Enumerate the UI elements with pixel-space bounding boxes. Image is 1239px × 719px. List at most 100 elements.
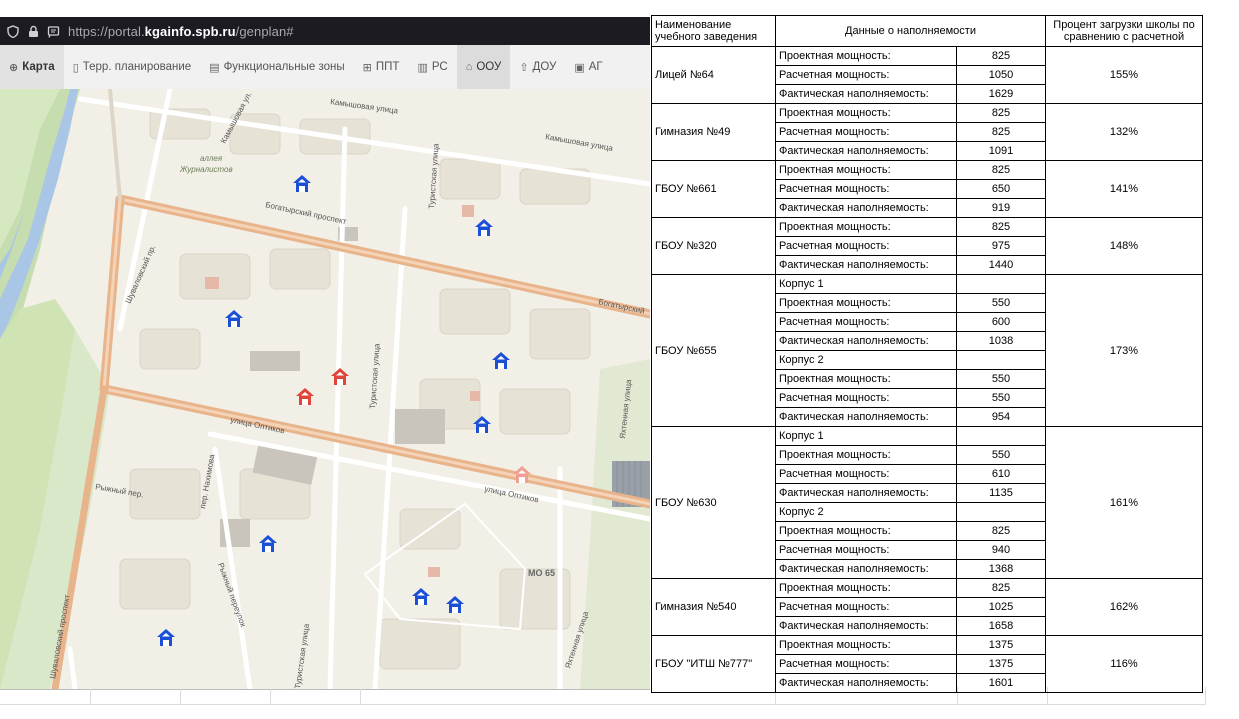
metric-value-cell: 954 [956, 407, 1046, 427]
shield-icon [6, 24, 20, 38]
header-load-percent: Процент загрузки школы по сравнению с ра… [1045, 15, 1203, 47]
tab-rs[interactable]: ▥ РС [408, 45, 456, 89]
metric-label-cell: Проектная мощность: [775, 369, 957, 389]
city-map[interactable]: Камышовая улица Камышовая улица Камышова… [0, 89, 650, 689]
metric-label-cell: Проектная мощность: [775, 521, 957, 541]
school-marker-icon[interactable] [444, 594, 466, 616]
sheet-gridline [360, 689, 361, 705]
load-percent-cell: 155% [1045, 46, 1203, 104]
sheet-gridline [0, 689, 650, 690]
load-percent-cell: 148% [1045, 217, 1203, 275]
metric-label-cell: Проектная мощность: [775, 445, 957, 465]
table-row: ГБОУ №655 Корпус 1 173% [651, 274, 1203, 427]
metric-label-cell: Проектная мощность: [775, 217, 957, 237]
table-row: ГБОУ №661 Проектная мощность: 825 141% [651, 160, 1203, 218]
metric-value-cell: 1375 [956, 654, 1046, 674]
globe-icon: ⊕ [9, 61, 19, 74]
lock-icon [26, 24, 40, 38]
metric-label-cell: Расчетная мощность: [775, 65, 957, 85]
table-row: ГБОУ №320 Проектная мощность: 825 148% [651, 217, 1203, 275]
metric-label-cell: Фактическая наполняемость: [775, 407, 957, 427]
school-marker-icon[interactable] [473, 217, 495, 239]
school-marker-icon[interactable] [410, 586, 432, 608]
tab-oou[interactable]: ⌂ ООУ [456, 45, 511, 89]
metric-label-cell: Проектная мощность: [775, 103, 957, 123]
building-icon: ▥ [417, 61, 428, 74]
metric-label-cell: Фактическая наполняемость: [775, 198, 957, 218]
metric-label-cell: Расчетная мощность: [775, 312, 957, 332]
table-header-row: Наименование учебного заведения Данные о… [651, 15, 1203, 47]
metric-label-cell: Проектная мощность: [775, 160, 957, 180]
metric-label-cell: Проектная мощность: [775, 578, 957, 598]
metric-value-cell [956, 502, 1046, 522]
school-name-cell: ГБОУ №630 [651, 426, 776, 579]
metric-value-cell: 825 [956, 160, 1046, 180]
metric-label-cell: Фактическая наполняемость: [775, 255, 957, 275]
metric-value-cell: 825 [956, 122, 1046, 142]
tab-ppt[interactable]: ⊞ ППТ [354, 45, 409, 89]
metric-value-cell: 1038 [956, 331, 1046, 351]
table-row: ГБОУ №630 Корпус 1 161% [651, 426, 1203, 579]
school-name-cell: ГБОУ №661 [651, 160, 776, 218]
metric-value-cell: 825 [956, 521, 1046, 541]
header-capacity-data: Данные о наполняемости [775, 15, 1046, 47]
school-marker-icon[interactable] [257, 533, 279, 555]
table-row: ГБОУ "ИТШ №777" Проектная мощность: 1375 11… [651, 635, 1203, 693]
metric-value-cell: 1440 [956, 255, 1046, 275]
school-name-cell: ГБОУ "ИТШ №777" [651, 635, 776, 693]
metric-label-cell: Расчетная мощность: [775, 597, 957, 617]
metric-label-cell: Расчетная мощность: [775, 540, 957, 560]
park-label: Журналистов [179, 165, 233, 174]
load-percent-cell: 161% [1045, 426, 1203, 579]
school-marker-icon[interactable] [471, 414, 493, 436]
metric-label-cell: Расчетная мощность: [775, 179, 957, 199]
metric-label-cell: Фактическая наполняемость: [775, 331, 957, 351]
metric-value-cell: 1629 [956, 84, 1046, 104]
tab-dou[interactable]: ⇧ ДОУ [510, 45, 565, 89]
school-marker-icon[interactable] [155, 627, 177, 649]
sheet-gridline [1205, 687, 1206, 705]
grid-icon: ▤ [209, 61, 220, 74]
metric-label-cell: Фактическая наполняемость: [775, 673, 957, 693]
metric-label-cell: Корпус 1 [775, 274, 957, 294]
metric-value-cell: 600 [956, 312, 1046, 332]
school-marker-icon[interactable] [490, 350, 512, 372]
address-bar[interactable]: https://portal.kgainfo.spb.ru/genplan# [0, 17, 650, 45]
table-icon: ⊞ [362, 61, 372, 74]
school-marker-red-icon[interactable] [294, 386, 316, 408]
metric-value-cell: 650 [956, 179, 1046, 199]
load-percent-cell: 116% [1045, 635, 1203, 693]
metric-label-cell: Корпус 2 [775, 350, 957, 370]
school-marker-planned-icon[interactable] [511, 464, 533, 486]
school-marker-red-icon[interactable] [329, 366, 351, 388]
tab-functional-zones[interactable]: ▤ Функциональные зоны [200, 45, 354, 89]
metric-value-cell: 825 [956, 46, 1046, 66]
school-name-cell: Лицей №64 [651, 46, 776, 104]
table-row: Гимназия №540 Проектная мощность: 825 162% [651, 578, 1203, 636]
header-school-name: Наименование учебного заведения [651, 15, 776, 47]
tab-territorial-planning[interactable]: ▯ Терр. планирование [64, 45, 200, 89]
metric-value-cell: 550 [956, 293, 1046, 313]
school-marker-icon[interactable] [223, 308, 245, 330]
school-name-cell: ГБОУ №655 [651, 274, 776, 427]
metric-value-cell: 825 [956, 578, 1046, 598]
metric-value-cell: 550 [956, 445, 1046, 465]
tab-map[interactable]: ⊕ Карта [0, 45, 64, 89]
metric-value-cell: 1135 [956, 483, 1046, 503]
school-name-cell: ГБОУ №320 [651, 217, 776, 275]
metric-value-cell: 919 [956, 198, 1046, 218]
load-percent-cell: 141% [1045, 160, 1203, 218]
school-marker-icon[interactable] [291, 173, 313, 195]
metric-value-cell: 1601 [956, 673, 1046, 693]
park-label: аллея [200, 154, 223, 163]
metric-label-cell: Фактическая наполняемость: [775, 141, 957, 161]
metric-label-cell: Проектная мощность: [775, 293, 957, 313]
school-name-cell: Гимназия №49 [651, 103, 776, 161]
load-percent-cell: 173% [1045, 274, 1203, 427]
metric-label-cell: Проектная мощность: [775, 635, 957, 655]
school-name-cell: Гимназия №540 [651, 578, 776, 636]
map-frame-icon: ▣ [574, 61, 585, 74]
tab-ag[interactable]: ▣ АГ [565, 45, 611, 89]
school-icon: ⌂ [465, 61, 473, 73]
sheet-gridline [270, 689, 271, 705]
